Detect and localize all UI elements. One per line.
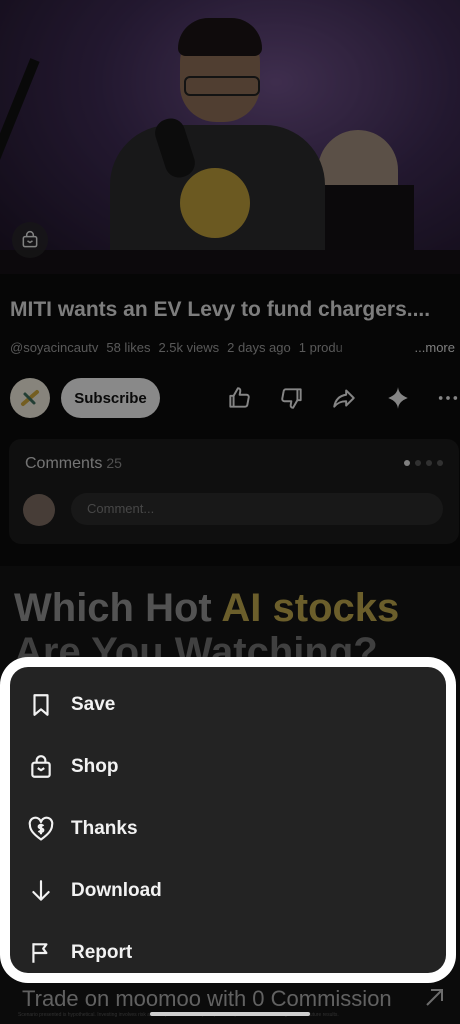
more-actions-menu: Save Shop Thanks Download Report	[10, 667, 446, 973]
download-icon	[26, 876, 56, 906]
menu-item-label: Save	[71, 694, 116, 715]
home-indicator[interactable]	[150, 1012, 310, 1016]
menu-item-label: Thanks	[71, 818, 138, 839]
menu-item-thanks[interactable]: Thanks	[10, 801, 446, 857]
menu-item-label: Download	[71, 880, 162, 901]
bookmark-icon	[26, 690, 56, 720]
menu-item-label: Shop	[71, 756, 119, 777]
menu-item-label: Report	[71, 942, 133, 963]
flag-icon	[26, 938, 56, 968]
menu-item-report[interactable]: Report	[10, 925, 446, 981]
heart-dollar-icon	[26, 814, 56, 844]
menu-item-download[interactable]: Download	[10, 863, 446, 919]
menu-item-shop[interactable]: Shop	[10, 739, 446, 795]
shopping-bag-icon	[26, 752, 56, 782]
menu-item-save[interactable]: Save	[10, 677, 446, 733]
